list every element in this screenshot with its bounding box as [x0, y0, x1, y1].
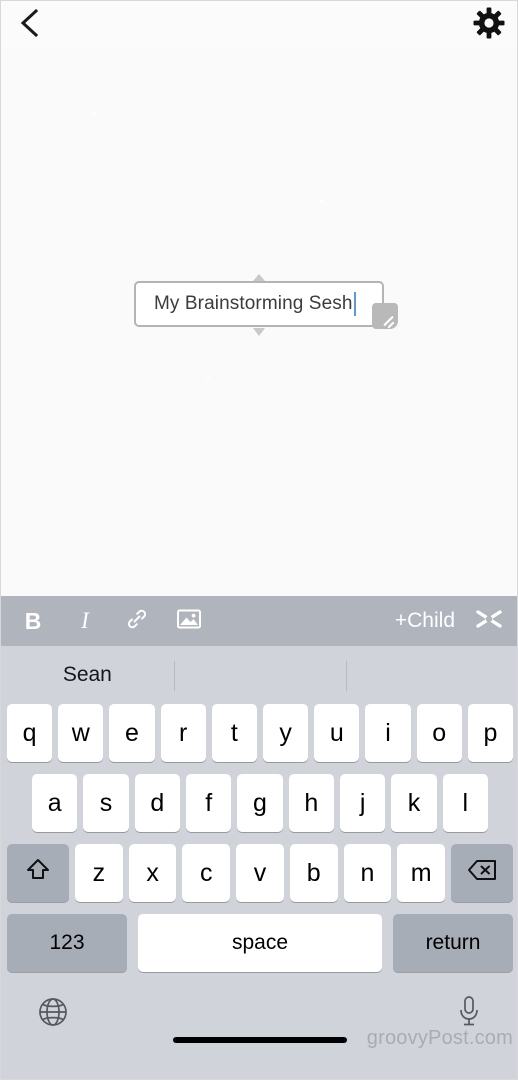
- keyboard-bottom-row: groovyPost.com: [1, 984, 517, 1052]
- key-j[interactable]: j: [339, 774, 386, 832]
- add-child-button[interactable]: +Child: [393, 605, 457, 637]
- back-button[interactable]: [7, 1, 51, 45]
- format-toolbar-left: B I: [15, 603, 207, 639]
- return-key[interactable]: return: [393, 914, 513, 972]
- key-a[interactable]: a: [32, 774, 78, 832]
- shift-arrow-icon: [25, 857, 51, 890]
- resize-grip-icon[interactable]: [372, 303, 398, 329]
- keyboard-row-1: q w e r t y u i o p: [1, 704, 517, 762]
- numbers-key[interactable]: 123: [7, 914, 127, 972]
- key-e[interactable]: e: [109, 704, 155, 762]
- key-t[interactable]: t: [211, 704, 257, 762]
- prediction-slot-2[interactable]: [173, 657, 347, 693]
- link-button[interactable]: [119, 603, 155, 639]
- key-c[interactable]: c: [182, 844, 231, 902]
- connector-nub-top: [253, 274, 265, 281]
- key-m[interactable]: m: [397, 844, 446, 902]
- key-f[interactable]: f: [186, 774, 232, 832]
- backspace-icon: [467, 859, 497, 888]
- key-u[interactable]: u: [314, 704, 360, 762]
- key-z[interactable]: z: [74, 844, 123, 902]
- key-o[interactable]: o: [416, 704, 462, 762]
- key-v[interactable]: v: [236, 844, 284, 902]
- text-caret: [353, 292, 356, 316]
- watermark: groovyPost.com: [366, 1027, 513, 1049]
- key-r[interactable]: r: [160, 704, 206, 762]
- key-l[interactable]: l: [442, 774, 488, 832]
- key-b[interactable]: b: [289, 844, 338, 902]
- format-toolbar: B I +Child: [1, 596, 517, 646]
- key-x[interactable]: x: [128, 844, 177, 902]
- format-toolbar-right: +Child: [393, 603, 507, 639]
- connector-nub-bottom: [253, 328, 265, 336]
- app-screen: My Brainstorming Sesh B I +Child Sean q …: [0, 0, 518, 1080]
- bold-button[interactable]: B: [15, 603, 51, 639]
- home-indicator[interactable]: [173, 1037, 347, 1043]
- keyboard-row-2: a s d f g h j k l: [1, 774, 517, 832]
- image-icon: [177, 608, 201, 635]
- node-text-input[interactable]: My Brainstorming Sesh: [134, 281, 384, 327]
- add-sibling-button[interactable]: [471, 603, 507, 639]
- key-n[interactable]: n: [343, 844, 392, 902]
- key-d[interactable]: d: [134, 774, 180, 832]
- key-k[interactable]: k: [391, 774, 437, 832]
- keyboard-row-4: 123 space return: [1, 914, 517, 972]
- mindmap-node[interactable]: My Brainstorming Sesh: [134, 274, 398, 336]
- key-w[interactable]: w: [58, 704, 104, 762]
- gear-icon: [473, 7, 505, 39]
- prediction-slot-1[interactable]: Sean: [1, 657, 174, 693]
- key-q[interactable]: q: [6, 704, 53, 762]
- onscreen-keyboard: Sean q w e r t y u i o p a s d f g h j k…: [1, 646, 517, 1079]
- key-s[interactable]: s: [83, 774, 129, 832]
- key-p[interactable]: p: [467, 704, 514, 762]
- chevron-left-icon: [18, 8, 40, 38]
- key-y[interactable]: y: [263, 704, 309, 762]
- key-g[interactable]: g: [237, 774, 283, 832]
- language-globe-button[interactable]: [31, 992, 75, 1036]
- image-button[interactable]: [171, 603, 207, 639]
- italic-button[interactable]: I: [67, 603, 103, 639]
- space-key[interactable]: space: [138, 914, 382, 972]
- backspace-key[interactable]: [451, 844, 514, 902]
- predictive-bar: Sean: [1, 646, 517, 704]
- sibling-cut-icon: [475, 609, 503, 634]
- mindmap-canvas[interactable]: My Brainstorming Sesh: [1, 47, 517, 596]
- node-text-value: My Brainstorming Sesh: [154, 293, 353, 314]
- key-i[interactable]: i: [365, 704, 411, 762]
- top-bar: [1, 1, 517, 47]
- prediction-slot-3[interactable]: [346, 657, 517, 693]
- shift-key[interactable]: [6, 844, 69, 902]
- keyboard-row-3: z x c v b n m: [1, 844, 517, 902]
- link-icon: [125, 607, 149, 636]
- settings-button[interactable]: [467, 1, 511, 45]
- globe-icon: [36, 995, 70, 1034]
- key-h[interactable]: h: [288, 774, 334, 832]
